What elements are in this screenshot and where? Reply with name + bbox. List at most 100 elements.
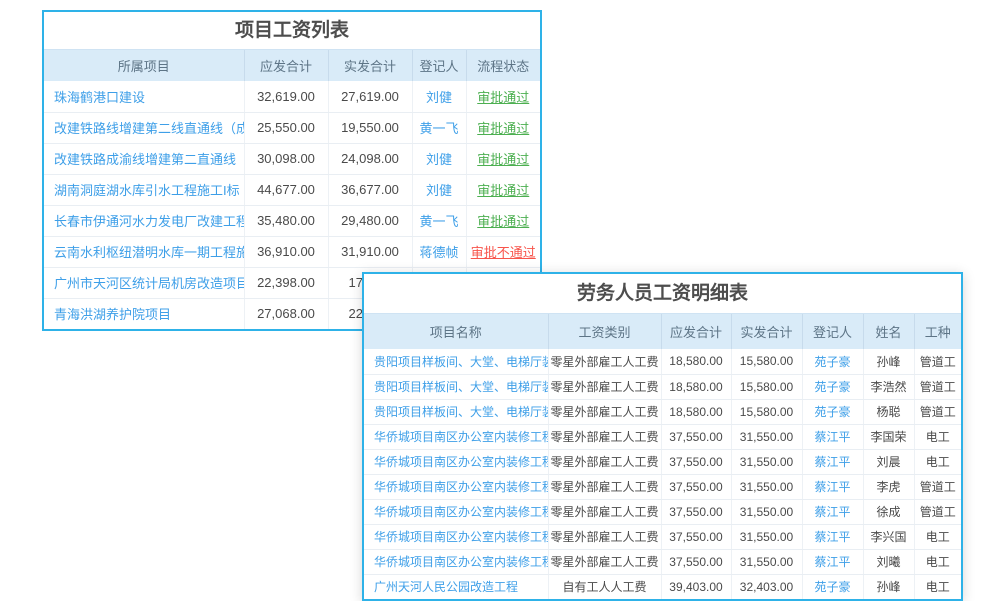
table-row: 贵阳项目样板间、大堂、电梯厅装修零星外部雇工人工费18,580.0015,580… [364,374,961,399]
status-cell: 审批不通过 [466,236,540,267]
registrar-cell: 黄一飞 [412,205,466,236]
payable-cell: 35,480.00 [244,205,328,236]
project-cell: 改建铁路线增建第二线直通线（成... [44,112,244,143]
column-header: 应发合计 [661,314,731,349]
wage-category-cell: 零星外部雇工人工费 [548,424,661,449]
project-cell: 华侨城项目南区办公室内装修工程 [364,499,548,524]
payable-cell: 27,068.00 [244,298,328,329]
project-cell: 珠海鹤港口建设 [44,81,244,112]
registrar-link[interactable]: 黄一飞 [419,214,458,229]
labor-salary-table-body: 贵阳项目样板间、大堂、电梯厅装修零星外部雇工人工费18,580.0015,580… [364,349,961,599]
column-header: 工种 [914,314,961,349]
registrar-link[interactable]: 苑子豪 [814,580,850,594]
project-cell: 青海洪湖养护院项目 [44,298,244,329]
project-link[interactable]: 华侨城项目南区办公室内装修工程 [374,455,548,469]
registrar-cell: 刘健 [412,143,466,174]
trade-cell: 管道工 [914,349,961,374]
project-link[interactable]: 改建铁路成渝线增建第二直通线（... [54,152,244,167]
trade-cell: 管道工 [914,499,961,524]
project-link[interactable]: 青海洪湖养护院项目 [54,307,171,322]
project-link[interactable]: 广州市天河区统计局机房改造项目 [54,276,244,291]
name-cell: 孙峰 [863,574,914,599]
name-cell: 李兴国 [863,524,914,549]
project-cell: 湖南洞庭湖水库引水工程施工I标 [44,174,244,205]
payable-cell: 18,580.00 [661,399,731,424]
registrar-link[interactable]: 蔡江平 [814,530,850,544]
project-link[interactable]: 云南水利枢纽潜明水库一期工程施... [54,245,244,260]
registrar-cell: 苑子豪 [802,399,863,424]
paid-cell: 19,550.00 [328,112,412,143]
status-link[interactable]: 审批通过 [477,90,529,105]
column-header: 姓名 [863,314,914,349]
paid-cell: 36,677.00 [328,174,412,205]
labor-salary-detail-table: 劳务人员工资明细表 项目名称工资类别应发合计实发合计登记人姓名工种 贵阳项目样板… [362,272,963,601]
status-link[interactable]: 审批通过 [477,183,529,198]
project-cell: 贵阳项目样板间、大堂、电梯厅装修 [364,349,548,374]
registrar-link[interactable]: 刘健 [426,90,452,105]
trade-cell: 电工 [914,424,961,449]
project-cell: 贵阳项目样板间、大堂、电梯厅装修 [364,399,548,424]
registrar-cell: 苑子豪 [802,374,863,399]
registrar-link[interactable]: 蒋德帧 [419,245,458,260]
wage-category-cell: 零星外部雇工人工费 [548,374,661,399]
registrar-cell: 蒋德帧 [412,236,466,267]
registrar-cell: 蔡江平 [802,474,863,499]
paid-cell: 15,580.00 [731,349,802,374]
project-cell: 长春市伊通河水力发电厂改建工程 [44,205,244,236]
registrar-link[interactable]: 刘健 [426,183,452,198]
registrar-link[interactable]: 苑子豪 [814,355,850,369]
column-header: 登记人 [802,314,863,349]
status-link[interactable]: 审批通过 [477,214,529,229]
wage-category-cell: 零星外部雇工人工费 [548,524,661,549]
project-link[interactable]: 珠海鹤港口建设 [54,90,145,105]
project-link[interactable]: 贵阳项目样板间、大堂、电梯厅装修 [374,405,548,419]
project-link[interactable]: 华侨城项目南区办公室内装修工程 [374,555,548,569]
registrar-cell: 蔡江平 [802,524,863,549]
project-link[interactable]: 长春市伊通河水力发电厂改建工程 [54,214,244,229]
column-header: 实发合计 [731,314,802,349]
registrar-link[interactable]: 苑子豪 [814,405,850,419]
registrar-link[interactable]: 蔡江平 [814,505,850,519]
name-cell: 李虎 [863,474,914,499]
project-link[interactable]: 华侨城项目南区办公室内装修工程 [374,430,548,444]
status-link[interactable]: 审批通过 [477,152,529,167]
payable-cell: 22,398.00 [244,267,328,298]
page: 项目工资列表 所属项目应发合计实发合计登记人流程状态 珠海鹤港口建设32,619… [0,0,1000,600]
project-link[interactable]: 广州天河人民公园改造工程 [374,580,518,594]
registrar-link[interactable]: 黄一飞 [419,121,458,136]
project-link[interactable]: 华侨城项目南区办公室内装修工程 [374,480,548,494]
table-row: 贵阳项目样板间、大堂、电梯厅装修零星外部雇工人工费18,580.0015,580… [364,399,961,424]
registrar-link[interactable]: 苑子豪 [814,380,850,394]
column-header: 流程状态 [466,50,540,81]
registrar-link[interactable]: 蔡江平 [814,455,850,469]
status-cell: 审批通过 [466,112,540,143]
trade-cell: 电工 [914,549,961,574]
paid-cell: 31,550.00 [731,499,802,524]
project-link[interactable]: 贵阳项目样板间、大堂、电梯厅装修 [374,355,548,369]
table-row: 长春市伊通河水力发电厂改建工程35,480.0029,480.00黄一飞审批通过 [44,205,540,236]
registrar-cell: 刘健 [412,81,466,112]
project-link[interactable]: 改建铁路线增建第二线直通线（成... [54,121,244,136]
project-salary-header-row: 所属项目应发合计实发合计登记人流程状态 [44,50,540,81]
registrar-link[interactable]: 刘健 [426,152,452,167]
wage-category-cell: 零星外部雇工人工费 [548,474,661,499]
paid-cell: 31,550.00 [731,549,802,574]
table-row: 华侨城项目南区办公室内装修工程零星外部雇工人工费37,550.0031,550.… [364,449,961,474]
status-link[interactable]: 审批通过 [477,121,529,136]
status-link[interactable]: 审批不通过 [471,245,536,260]
name-cell: 刘晨 [863,449,914,474]
registrar-link[interactable]: 蔡江平 [814,555,850,569]
registrar-cell: 黄一飞 [412,112,466,143]
registrar-link[interactable]: 蔡江平 [814,430,850,444]
payable-cell: 18,580.00 [661,374,731,399]
column-header: 登记人 [412,50,466,81]
registrar-cell: 蔡江平 [802,449,863,474]
project-link[interactable]: 贵阳项目样板间、大堂、电梯厅装修 [374,380,548,394]
name-cell: 李国荣 [863,424,914,449]
registrar-cell: 苑子豪 [802,349,863,374]
project-link[interactable]: 华侨城项目南区办公室内装修工程 [374,505,548,519]
paid-cell: 27,619.00 [328,81,412,112]
registrar-link[interactable]: 蔡江平 [814,480,850,494]
project-link[interactable]: 湖南洞庭湖水库引水工程施工I标 [54,183,240,198]
project-link[interactable]: 华侨城项目南区办公室内装修工程 [374,530,548,544]
